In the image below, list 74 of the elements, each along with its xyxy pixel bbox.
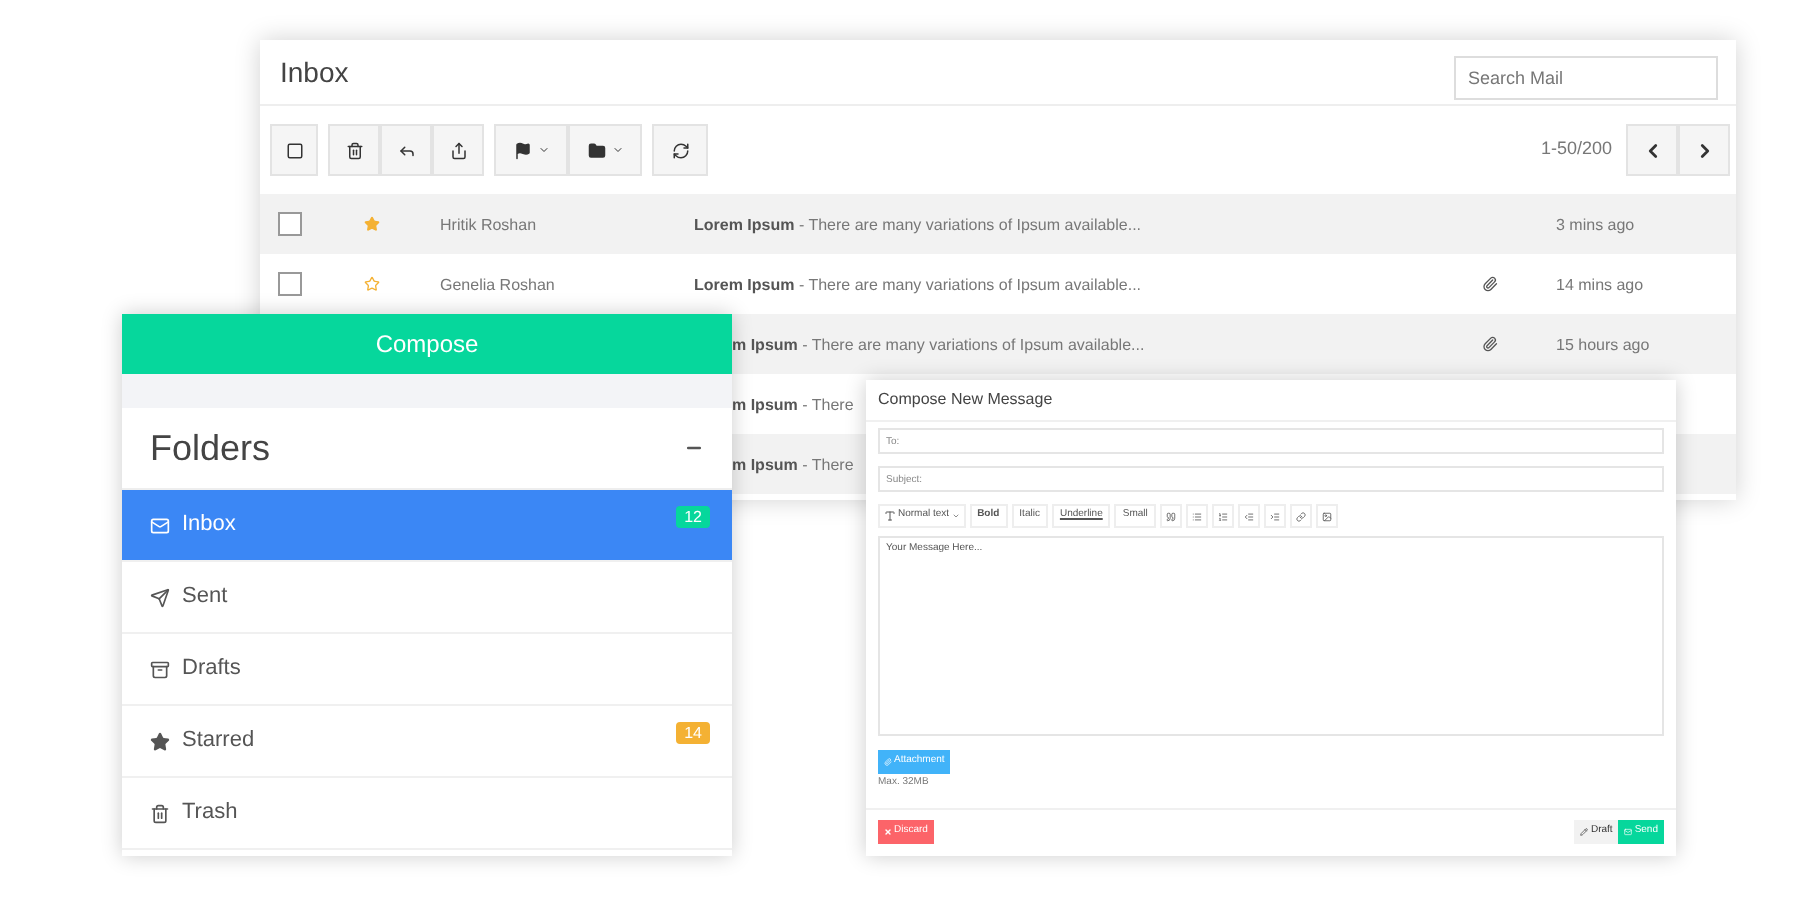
envelope-icon: [1624, 827, 1633, 835]
folder-item[interactable]: Sent: [122, 562, 732, 634]
star-icon: [150, 731, 170, 751]
flag-icon: [513, 141, 531, 159]
folder-item[interactable]: Inbox 12: [122, 490, 732, 562]
email-summary: m Ipsum - There: [732, 454, 854, 478]
toolbar-button[interactable]: [1263, 504, 1286, 528]
folder-label: Starred: [182, 726, 255, 757]
pagination-text: 1-50/200: [1540, 136, 1612, 163]
caret-icon: [611, 144, 623, 156]
toolbar-button[interactable]: [1211, 504, 1234, 528]
paperclip-icon: [884, 758, 892, 766]
count-badge: 14: [676, 722, 710, 744]
star-icon[interactable]: [364, 276, 380, 292]
toolbar-button[interactable]: [1289, 504, 1312, 528]
folder-label: Inbox: [182, 510, 236, 541]
toolbar-button[interactable]: [1237, 504, 1260, 528]
star-icon[interactable]: [364, 216, 380, 232]
email-summary: m Ipsum - There: [732, 394, 854, 418]
email-time: 3 mins ago: [1556, 214, 1635, 238]
folder-item[interactable]: Drafts: [122, 634, 732, 706]
email-summary: Lorem Ipsum - There are many variations of Ipsum available...: [694, 214, 1142, 238]
row-checkbox[interactable]: [278, 272, 302, 296]
email-row[interactable]: Genelia Roshan Lorem Ipsum - There are many variations of Ipsum available... 14 mins ago: [260, 254, 1736, 314]
folder-item[interactable]: Trash: [122, 778, 732, 850]
count-badge: 12: [676, 506, 710, 528]
pencil-icon: [1580, 827, 1589, 835]
refresh-icon: [671, 141, 689, 159]
search-field[interactable]: Search Mail: [1454, 56, 1718, 100]
sender-name: Genelia Roshan: [440, 274, 555, 298]
paper-plane-icon: [150, 587, 170, 607]
reply-icon: [397, 141, 415, 159]
font-icon: [884, 510, 896, 522]
folder-label: Trash: [182, 798, 238, 829]
list-icon: [1191, 511, 1202, 521]
forward-button[interactable]: [432, 124, 484, 176]
indent-icon: [1269, 511, 1280, 521]
trash-icon: [150, 803, 170, 823]
delete-button[interactable]: [328, 124, 380, 176]
image-icon: [1321, 511, 1332, 521]
email-row[interactable]: Hritik Roshan Lorem Ipsum - There are many variations of Ipsum available... 3 mins ago: [260, 194, 1736, 254]
quote-icon: [1165, 511, 1176, 521]
previous-page-button[interactable]: [1626, 124, 1678, 176]
toolbar-button[interactable]: [1159, 504, 1182, 528]
folder-label: Drafts: [182, 654, 241, 685]
folder-icon: [587, 141, 605, 159]
select-all-button[interactable]: [270, 124, 318, 176]
folder-item[interactable]: Starred 14: [122, 706, 732, 778]
checkbox-icon: [285, 141, 303, 159]
email-time: 14 mins ago: [1556, 274, 1644, 298]
next-page-button[interactable]: [1678, 124, 1730, 176]
caret-icon: [537, 144, 549, 156]
inbox-title: Inbox: [280, 53, 349, 91]
share-icon: [449, 141, 467, 159]
row-checkbox[interactable]: [278, 212, 302, 236]
email-summary: Lorem Ipsum - There are many variations of Ipsum available...: [694, 274, 1142, 298]
folders-heading: Folders: [150, 425, 271, 471]
email-summary: m Ipsum - There are many variations of Ipsum available...: [732, 334, 1145, 358]
folder-dropdown-button[interactable]: [568, 124, 642, 176]
tray-icon: [150, 659, 170, 679]
trash-icon: [345, 141, 363, 159]
email-time: 15 hours ago: [1556, 334, 1650, 358]
toolbar-button[interactable]: [1185, 504, 1208, 528]
link-icon: [1295, 511, 1306, 521]
envelope-icon: [150, 515, 170, 535]
outdent-icon: [1243, 511, 1254, 521]
toolbar-button[interactable]: [1315, 504, 1338, 528]
close-icon: [884, 827, 892, 835]
refresh-button[interactable]: [652, 124, 708, 176]
dialog-title: Compose New Message: [878, 388, 1053, 412]
folder-label: Sent: [182, 582, 228, 613]
sender-name: Hritik Roshan: [440, 214, 537, 238]
flag-dropdown-button[interactable]: [494, 124, 568, 176]
numbered-list-icon: [1217, 511, 1228, 521]
